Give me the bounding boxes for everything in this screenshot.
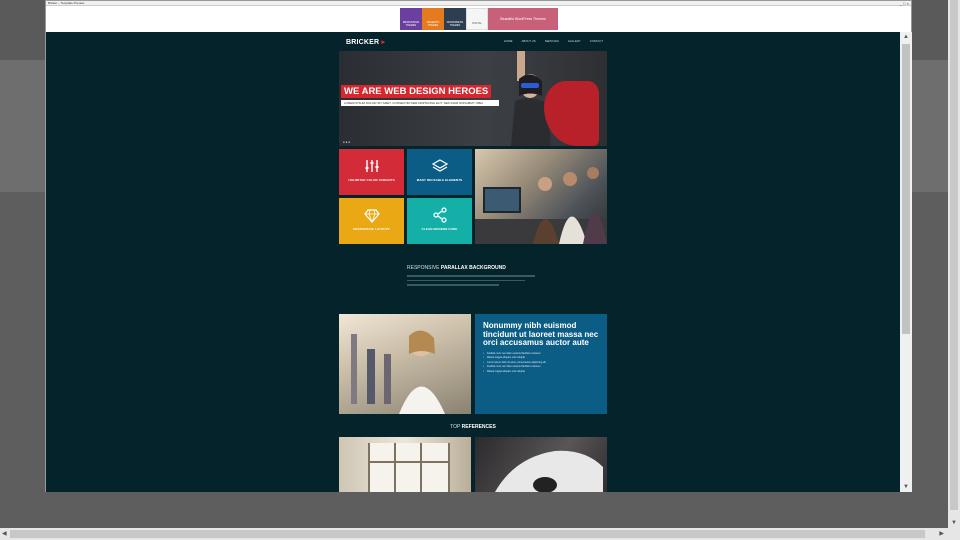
tile-reusable-elements[interactable]: MANY REUSABLE ELEMENTS	[407, 149, 472, 195]
scroll-left-arrow-icon[interactable]: ◀	[2, 528, 7, 540]
scrollbar-corner	[948, 528, 960, 540]
window-interior-illustration	[368, 443, 450, 492]
business-feature-title: Nonummy nibh euismod tincidunt ut laoree…	[483, 321, 599, 347]
scroll-down-arrow-icon[interactable]: ▼	[948, 520, 960, 526]
hero-subtitle: LOREM IPSUM DOLOR SIT AMET, CONSECTETUER…	[341, 100, 499, 106]
office-team-photo	[475, 149, 607, 244]
scroll-up-arrow-icon[interactable]: ▲	[900, 32, 912, 42]
tile-clean-code[interactable]: CLEAN MODERN CODE	[407, 198, 472, 244]
hero-slider[interactable]: WE ARE WEB DESIGN HEROES LOREM IPSUM DOL…	[339, 51, 607, 146]
parallax-text-placeholder	[407, 275, 547, 286]
logo-mark-icon: ▸	[381, 39, 386, 46]
tile-label: CLEAN MODERN CODE	[421, 227, 458, 231]
nav-gallery[interactable]: GALLERY	[568, 39, 581, 43]
ad-banner-beautiful-wordpress[interactable]: Beautiful WordPress Themes	[488, 8, 558, 30]
list-item: Massa magna aliquam erat volutpat	[483, 370, 599, 375]
page-horizontal-scrollbar[interactable]: ◀ ▶	[0, 528, 948, 540]
parallax-title-bold: PARALLAX BACKGROUND	[440, 265, 506, 271]
preview-popup-window: Bricker – Template Preview _ □ × RESPONS…	[45, 0, 912, 492]
main-nav: HOME ABOUT US SERVICES GALLERY CONTACT	[504, 39, 603, 43]
hero-title: WE ARE WEB DESIGN HEROES	[341, 85, 492, 98]
references-heading-bold: REFERENCES	[461, 424, 496, 430]
scroll-thumb[interactable]	[902, 44, 910, 334]
business-feature-list: Facilisis nunc nec diam euismod facilisi…	[483, 352, 599, 375]
parallax-section: RESPONSIVE PARALLAX BACKGROUND	[407, 265, 547, 289]
parallax-title-light: RESPONSIVE	[407, 265, 440, 271]
reference-interior-image[interactable]	[339, 437, 471, 492]
text-line	[407, 275, 535, 277]
popup-title: Bricker – Template Preview	[48, 1, 85, 5]
references-heading: TOP REFERENCES	[339, 424, 607, 430]
text-line	[407, 279, 525, 281]
nav-home[interactable]: HOME	[504, 39, 512, 43]
business-feature-panel: Nonummy nibh euismod tincidunt ut laoree…	[475, 314, 607, 414]
reference-car-image[interactable]	[475, 437, 607, 492]
popup-vertical-scrollbar[interactable]: ▲ ▼	[900, 32, 912, 492]
tile-label: UNLIMITED COLOR VARIANTS	[348, 178, 395, 182]
businesswoman-illustration	[351, 330, 445, 414]
slider-dots[interactable]: ● ● ●	[343, 140, 350, 144]
site-preview-viewport[interactable]: BRICKER ▸ HOME ABOUT US SERVICES GALLERY…	[46, 32, 900, 492]
logo-text: BRICKER	[346, 39, 380, 46]
ad-banner-responsive-themes[interactable]: RESPONSIVE THEMES	[400, 8, 422, 30]
site-header: BRICKER ▸ HOME ABOUT US SERVICES GALLERY…	[339, 36, 607, 50]
nav-about-us[interactable]: ABOUT US	[521, 39, 535, 43]
nav-contact[interactable]: CONTACT	[590, 39, 603, 43]
office-team-illustration	[475, 167, 607, 244]
parallax-title: RESPONSIVE PARALLAX BACKGROUND	[407, 265, 547, 271]
ad-banner-magento-themes[interactable]: MAGENTO THEMES	[422, 8, 444, 30]
site-logo[interactable]: BRICKER ▸	[346, 38, 385, 46]
tile-responsive-layouts[interactable]: RESPONSIVE LAYOUTS	[339, 198, 404, 244]
scroll-down-arrow-icon[interactable]: ▼	[900, 482, 912, 492]
tile-color-variants[interactable]: UNLIMITED COLOR VARIANTS	[339, 149, 404, 195]
page-vertical-scrollbar[interactable]: ▼	[948, 0, 960, 528]
scroll-thumb[interactable]	[10, 530, 925, 538]
ad-banner-digital[interactable]: DIGITAL	[466, 8, 488, 30]
references-heading-light: TOP	[450, 424, 461, 430]
layers-icon	[431, 159, 448, 172]
diamond-icon	[363, 209, 380, 223]
tile-label: MANY REUSABLE ELEMENTS	[416, 178, 463, 182]
scroll-right-arrow-icon[interactable]: ▶	[939, 528, 944, 540]
sliders-icon	[365, 160, 378, 172]
ad-banner-bar: RESPONSIVE THEMES MAGENTO THEMES WORDPRE…	[46, 6, 911, 32]
text-line	[407, 284, 499, 286]
businesswoman-photo	[339, 314, 471, 414]
tile-label: RESPONSIVE LAYOUTS	[353, 227, 390, 231]
scroll-thumb[interactable]	[950, 0, 958, 510]
nav-services[interactable]: SERVICES	[545, 39, 559, 43]
ad-banner-wordpress-themes[interactable]: WORDPRESS THEMES	[444, 8, 466, 30]
white-car-illustration	[495, 450, 603, 492]
share-icon	[432, 207, 447, 223]
